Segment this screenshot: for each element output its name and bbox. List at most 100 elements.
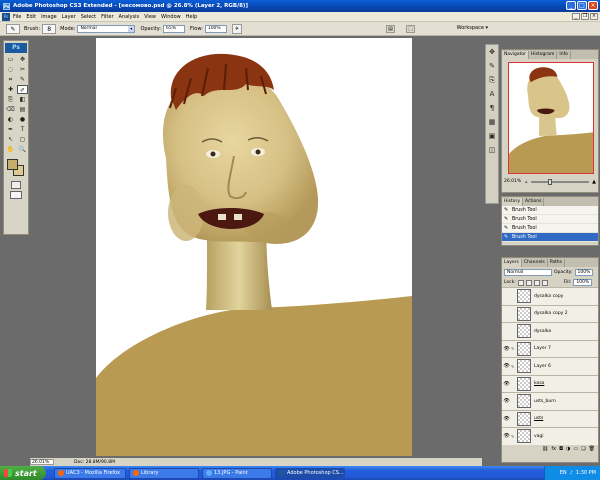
- clone-source-dock-icon[interactable]: ⎘: [487, 75, 498, 86]
- airbrush-icon[interactable]: ✈: [231, 23, 242, 34]
- history-item[interactable]: ✎ Brush Tool: [502, 224, 598, 233]
- workspace-button[interactable]: Workspace ▾: [457, 25, 488, 31]
- foreground-color-swatch[interactable]: [7, 159, 18, 170]
- menu-select[interactable]: Select: [81, 14, 96, 20]
- eye-icon[interactable]: 👁: [502, 381, 511, 387]
- history-item-active[interactable]: ✎ Brush Tool: [502, 233, 598, 242]
- blur-tool-icon[interactable]: ◐: [5, 115, 16, 124]
- flow-field[interactable]: 100%: [204, 24, 227, 33]
- tab-layers[interactable]: Layers: [502, 259, 522, 267]
- eye-icon[interactable]: 👁: [502, 416, 511, 422]
- menu-file[interactable]: File: [13, 14, 21, 20]
- brushes-dock-icon[interactable]: ✎: [487, 61, 498, 72]
- minimize-button[interactable]: _: [566, 1, 576, 10]
- layer-opacity-field[interactable]: 100%: [574, 269, 594, 276]
- menu-analysis[interactable]: Analysis: [119, 14, 140, 20]
- eye-icon[interactable]: 👁: [502, 363, 511, 369]
- lasso-tool-icon[interactable]: ◌: [5, 65, 16, 74]
- new-layer-icon[interactable]: ❏: [581, 446, 585, 452]
- info-dock-icon[interactable]: ◫: [487, 145, 498, 156]
- character-dock-icon[interactable]: A: [487, 89, 498, 100]
- document-canvas[interactable]: [96, 38, 412, 456]
- magic-wand-tool-icon[interactable]: ✂: [17, 65, 28, 74]
- move-tool-icon[interactable]: ✥: [17, 55, 28, 64]
- adjustment-layer-icon[interactable]: ◑: [566, 446, 570, 452]
- type-tool-icon[interactable]: T: [17, 125, 28, 134]
- doc-close-button[interactable]: ×: [590, 13, 598, 20]
- layer-row[interactable]: dysalka: [502, 322, 598, 340]
- layer-row[interactable]: 👁 ✎ Layer 7: [502, 339, 598, 357]
- history-item[interactable]: ✎ Brush Tool: [502, 215, 598, 224]
- volume-icon[interactable]: ♪: [570, 470, 573, 476]
- panel-well-icon[interactable]: ▤: [386, 25, 395, 33]
- screen-mode-button[interactable]: [10, 191, 22, 199]
- shape-tool-icon[interactable]: ▢: [17, 135, 28, 144]
- doc-minimize-button[interactable]: _: [572, 13, 580, 20]
- opacity-field[interactable]: 65%: [163, 24, 185, 33]
- layer-row[interactable]: dysalka copy: [502, 287, 598, 305]
- tools-dock-icon[interactable]: ✥: [487, 47, 498, 58]
- brush-tool-icon[interactable]: ✐: [17, 85, 28, 94]
- slice-tool-icon[interactable]: ✎: [17, 75, 28, 84]
- navigator-zoom-slider[interactable]: [530, 178, 590, 185]
- taskbar-item-paint[interactable]: 13.JPG - Paint: [202, 467, 272, 479]
- paragraph-dock-icon[interactable]: ¶: [487, 103, 498, 114]
- layer-row[interactable]: 👁 kosa: [502, 374, 598, 392]
- navigator-preview[interactable]: [508, 62, 594, 174]
- tab-channels[interactable]: Channels: [522, 259, 548, 267]
- tab-histogram[interactable]: Histogram: [529, 51, 558, 59]
- brush-picker[interactable]: 8: [42, 23, 57, 34]
- menu-edit[interactable]: Edit: [26, 14, 36, 20]
- crop-tool-icon[interactable]: ⌗: [5, 75, 16, 84]
- healing-brush-tool-icon[interactable]: ✚: [5, 85, 16, 94]
- tab-history[interactable]: History: [502, 198, 524, 206]
- eye-icon[interactable]: 👁: [502, 346, 511, 352]
- close-button[interactable]: ×: [588, 1, 598, 10]
- gradient-tool-icon[interactable]: ▤: [17, 105, 28, 114]
- eye-icon[interactable]: 👁: [502, 433, 511, 439]
- blend-mode-select[interactable]: Normal: [504, 269, 552, 276]
- layer-row[interactable]: 👁 ✎ vagi: [502, 427, 598, 445]
- ps-menu-icon[interactable]: Ps: [2, 12, 10, 21]
- tab-paths[interactable]: Paths: [548, 259, 565, 267]
- tab-info[interactable]: Info: [557, 51, 571, 59]
- start-button[interactable]: start: [0, 466, 46, 480]
- taskbar-item-firefox[interactable]: UAC3 - Mozilla Firefox: [54, 467, 126, 479]
- tab-navigator[interactable]: Navigator: [502, 51, 530, 59]
- zoom-in-icon[interactable]: ▲: [592, 179, 596, 185]
- quick-mask-button[interactable]: [11, 181, 21, 189]
- fill-field[interactable]: 100%: [573, 279, 593, 286]
- trash-icon[interactable]: 🗑: [589, 446, 595, 452]
- maximize-button[interactable]: □: [577, 1, 587, 10]
- menu-help[interactable]: Help: [186, 14, 197, 20]
- dodge-tool-icon[interactable]: ●: [17, 115, 28, 124]
- language-indicator[interactable]: EN: [560, 470, 567, 476]
- eraser-tool-icon[interactable]: ⌫: [5, 105, 16, 114]
- lock-all-icon[interactable]: [541, 279, 548, 286]
- menu-window[interactable]: Window: [161, 14, 181, 20]
- zoom-slider-thumb[interactable]: [548, 178, 553, 185]
- doc-restore-button[interactable]: ❐: [581, 13, 589, 20]
- zoom-out-icon[interactable]: ▵: [525, 179, 528, 185]
- history-item[interactable]: ✎ Brush Tool: [502, 206, 598, 215]
- layer-mask-icon[interactable]: ◘: [559, 446, 563, 452]
- tab-actions[interactable]: Actions: [523, 198, 545, 206]
- clone-stamp-tool-icon[interactable]: ⎘: [5, 95, 16, 104]
- pen-tool-icon[interactable]: ✒: [5, 125, 16, 134]
- bridge-icon[interactable]: ⬚: [406, 25, 415, 33]
- history-brush-tool-icon[interactable]: ◧: [17, 95, 28, 104]
- tool-preset-brush-icon[interactable]: ✎: [6, 23, 20, 34]
- layer-style-icon[interactable]: fx: [551, 446, 556, 452]
- zoom-tool-icon[interactable]: 🔍: [17, 145, 28, 154]
- navigator-zoom-value[interactable]: 26.01%: [504, 179, 522, 184]
- mode-select[interactable]: Normal ▾: [77, 24, 136, 33]
- lock-position-icon[interactable]: [533, 279, 540, 286]
- layer-row[interactable]: 👁 usts_burn: [502, 392, 598, 410]
- menu-layer[interactable]: Layer: [62, 14, 76, 20]
- taskbar-item-library[interactable]: Library: [129, 467, 199, 479]
- path-selection-tool-icon[interactable]: ↖: [5, 135, 16, 144]
- marquee-tool-icon[interactable]: ▭: [5, 55, 16, 64]
- menu-filter[interactable]: Filter: [101, 14, 113, 20]
- new-group-icon[interactable]: ▭: [573, 446, 578, 452]
- layer-row[interactable]: 👁 usts: [502, 409, 598, 427]
